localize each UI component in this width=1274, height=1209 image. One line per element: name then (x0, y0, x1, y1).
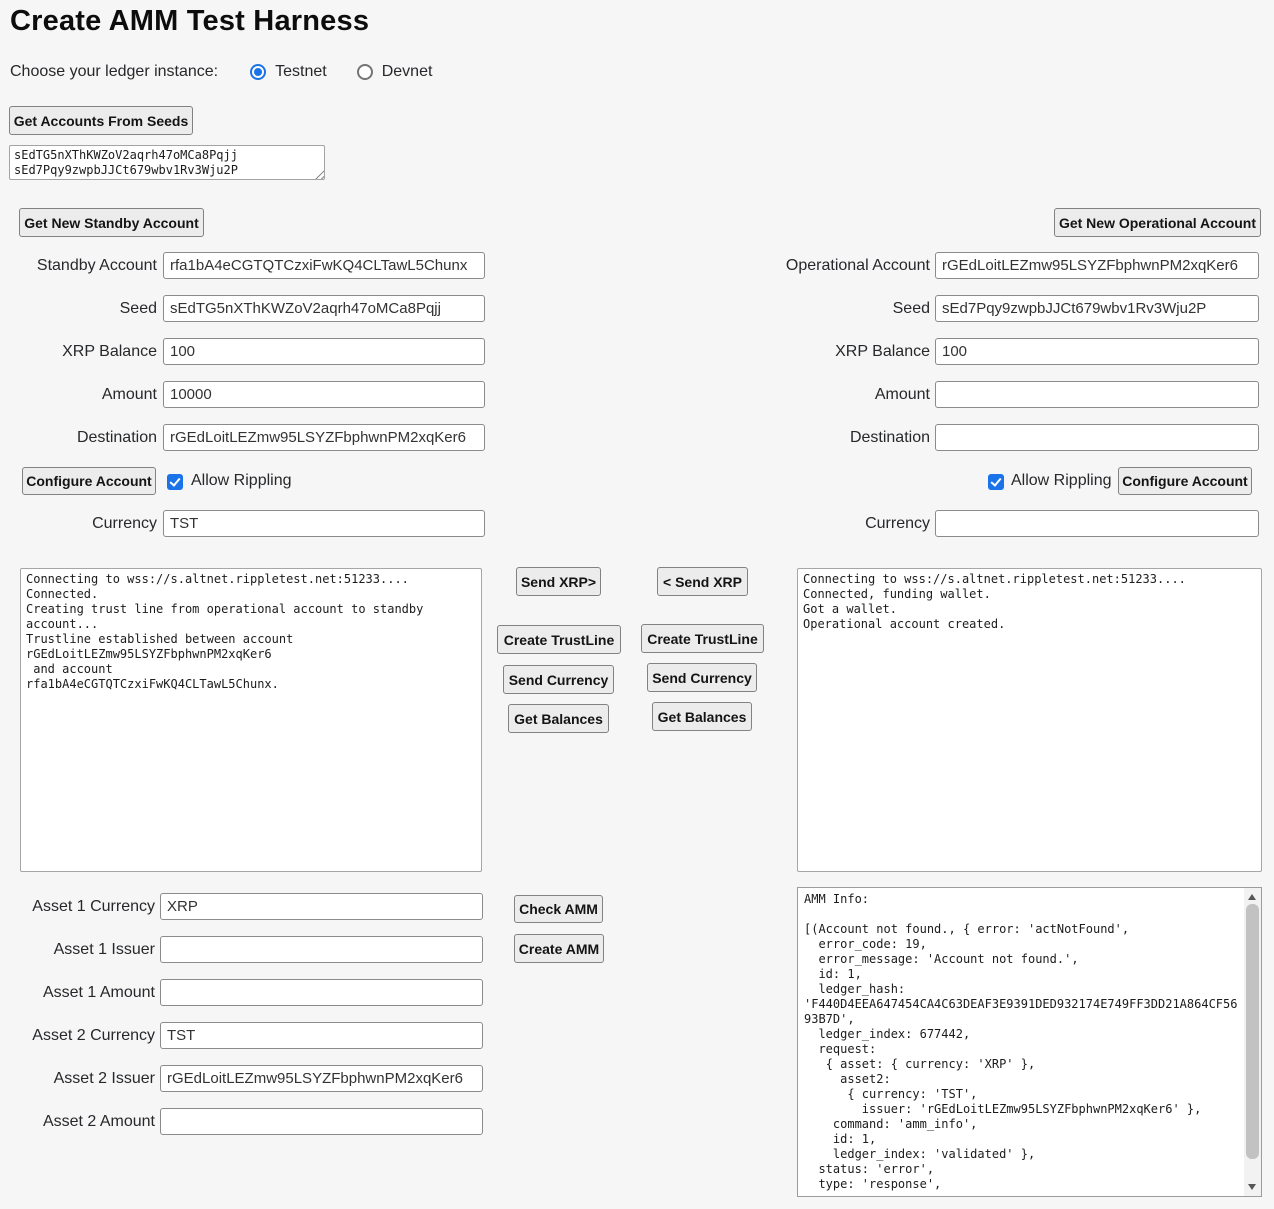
operational-allow-rippling-checkbox[interactable] (988, 474, 1004, 490)
operational-destination-label: Destination (690, 424, 930, 451)
operational-xrp-balance-label: XRP Balance (690, 338, 930, 365)
asset2-currency-input[interactable] (160, 1022, 483, 1049)
seeds-textarea[interactable]: sEdTG5nXThKWZoV2aqrh47oMCa8Pqjj sEd7Pqy9… (9, 145, 325, 180)
asset1-amount-input[interactable] (160, 979, 483, 1006)
operational-seed-input[interactable] (935, 295, 1259, 322)
ledger-instance-label: Choose your ledger instance: (10, 63, 218, 81)
asset1-issuer-input[interactable] (160, 936, 483, 963)
amm-info-box: AMM Info: [(Account not found., { error:… (797, 887, 1262, 1197)
get-accounts-from-seeds-button[interactable]: Get Accounts From Seeds (9, 106, 193, 135)
devnet-radio-label: Devnet (382, 63, 433, 81)
asset2-currency-label: Asset 2 Currency (0, 1022, 155, 1049)
operational-allow-rippling-label: Allow Rippling (1011, 467, 1112, 495)
operational-amount-label: Amount (690, 381, 930, 408)
standby-amount-input[interactable] (163, 381, 485, 408)
standby-allow-rippling-checkbox[interactable] (167, 474, 183, 490)
standby-send-currency-button[interactable]: Send Currency (503, 665, 614, 694)
testnet-radio-label: Testnet (275, 63, 327, 81)
standby-seed-label: Seed (0, 295, 157, 322)
amm-info-text[interactable]: AMM Info: [(Account not found., { error:… (798, 888, 1244, 1196)
operational-seed-label: Seed (690, 295, 930, 322)
standby-send-xrp-button[interactable]: Send XRP> (516, 567, 601, 596)
operational-amount-input[interactable] (935, 381, 1259, 408)
ledger-instance-row: Choose your ledger instance: Testnet Dev… (10, 61, 462, 83)
create-amm-button[interactable]: Create AMM (514, 934, 604, 963)
operational-xrp-balance-input[interactable] (935, 338, 1259, 365)
standby-xrp-balance-input[interactable] (163, 338, 485, 365)
asset2-amount-input[interactable] (160, 1108, 483, 1135)
operational-results-log[interactable]: Connecting to wss://s.altnet.rippletest.… (797, 568, 1262, 872)
standby-get-balances-button[interactable]: Get Balances (508, 704, 609, 733)
standby-configure-account-button[interactable]: Configure Account (22, 467, 156, 495)
operational-currency-input[interactable] (935, 510, 1259, 537)
operational-account-input[interactable] (935, 252, 1259, 279)
radio-option-testnet[interactable]: Testnet (250, 63, 327, 81)
scroll-up-arrow-icon[interactable] (1248, 894, 1256, 900)
standby-destination-input[interactable] (163, 424, 485, 451)
operational-send-xrp-button[interactable]: < Send XRP (657, 567, 748, 596)
standby-currency-label: Currency (0, 510, 157, 537)
operational-create-trustline-button[interactable]: Create TrustLine (641, 624, 764, 653)
standby-seed-input[interactable] (163, 295, 485, 322)
operational-send-currency-button[interactable]: Send Currency (647, 663, 757, 692)
asset1-issuer-label: Asset 1 Issuer (0, 936, 155, 963)
asset1-currency-label: Asset 1 Currency (0, 893, 155, 920)
standby-account-label: Standby Account (0, 252, 157, 279)
operational-destination-input[interactable] (935, 424, 1259, 451)
devnet-radio-icon[interactable] (357, 64, 373, 80)
standby-create-trustline-button[interactable]: Create TrustLine (497, 625, 621, 654)
asset1-currency-input[interactable] (160, 893, 483, 920)
scrollbar-thumb[interactable] (1246, 904, 1259, 1159)
asset2-issuer-input[interactable] (160, 1065, 483, 1092)
radio-option-devnet[interactable]: Devnet (357, 63, 433, 81)
check-amm-button[interactable]: Check AMM (514, 895, 603, 923)
asset1-amount-label: Asset 1 Amount (0, 979, 155, 1006)
operational-currency-label: Currency (690, 510, 930, 537)
testnet-radio-icon[interactable] (250, 64, 266, 80)
operational-account-label: Operational Account (690, 252, 930, 279)
amm-info-scrollbar[interactable] (1244, 888, 1261, 1196)
standby-results-log[interactable]: Connecting to wss://s.altnet.rippletest.… (20, 568, 482, 872)
standby-currency-input[interactable] (163, 510, 485, 537)
standby-allow-rippling-label: Allow Rippling (191, 467, 292, 495)
standby-amount-label: Amount (0, 381, 157, 408)
scroll-down-arrow-icon[interactable] (1248, 1184, 1256, 1190)
standby-xrp-balance-label: XRP Balance (0, 338, 157, 365)
page-title: Create AMM Test Harness (10, 5, 369, 38)
asset2-amount-label: Asset 2 Amount (0, 1108, 155, 1135)
get-new-standby-account-button[interactable]: Get New Standby Account (19, 208, 204, 237)
standby-account-input[interactable] (163, 252, 485, 279)
standby-destination-label: Destination (0, 424, 157, 451)
operational-get-balances-button[interactable]: Get Balances (652, 702, 752, 731)
get-new-operational-account-button[interactable]: Get New Operational Account (1054, 208, 1261, 237)
asset2-issuer-label: Asset 2 Issuer (0, 1065, 155, 1092)
operational-configure-account-button[interactable]: Configure Account (1118, 467, 1252, 495)
